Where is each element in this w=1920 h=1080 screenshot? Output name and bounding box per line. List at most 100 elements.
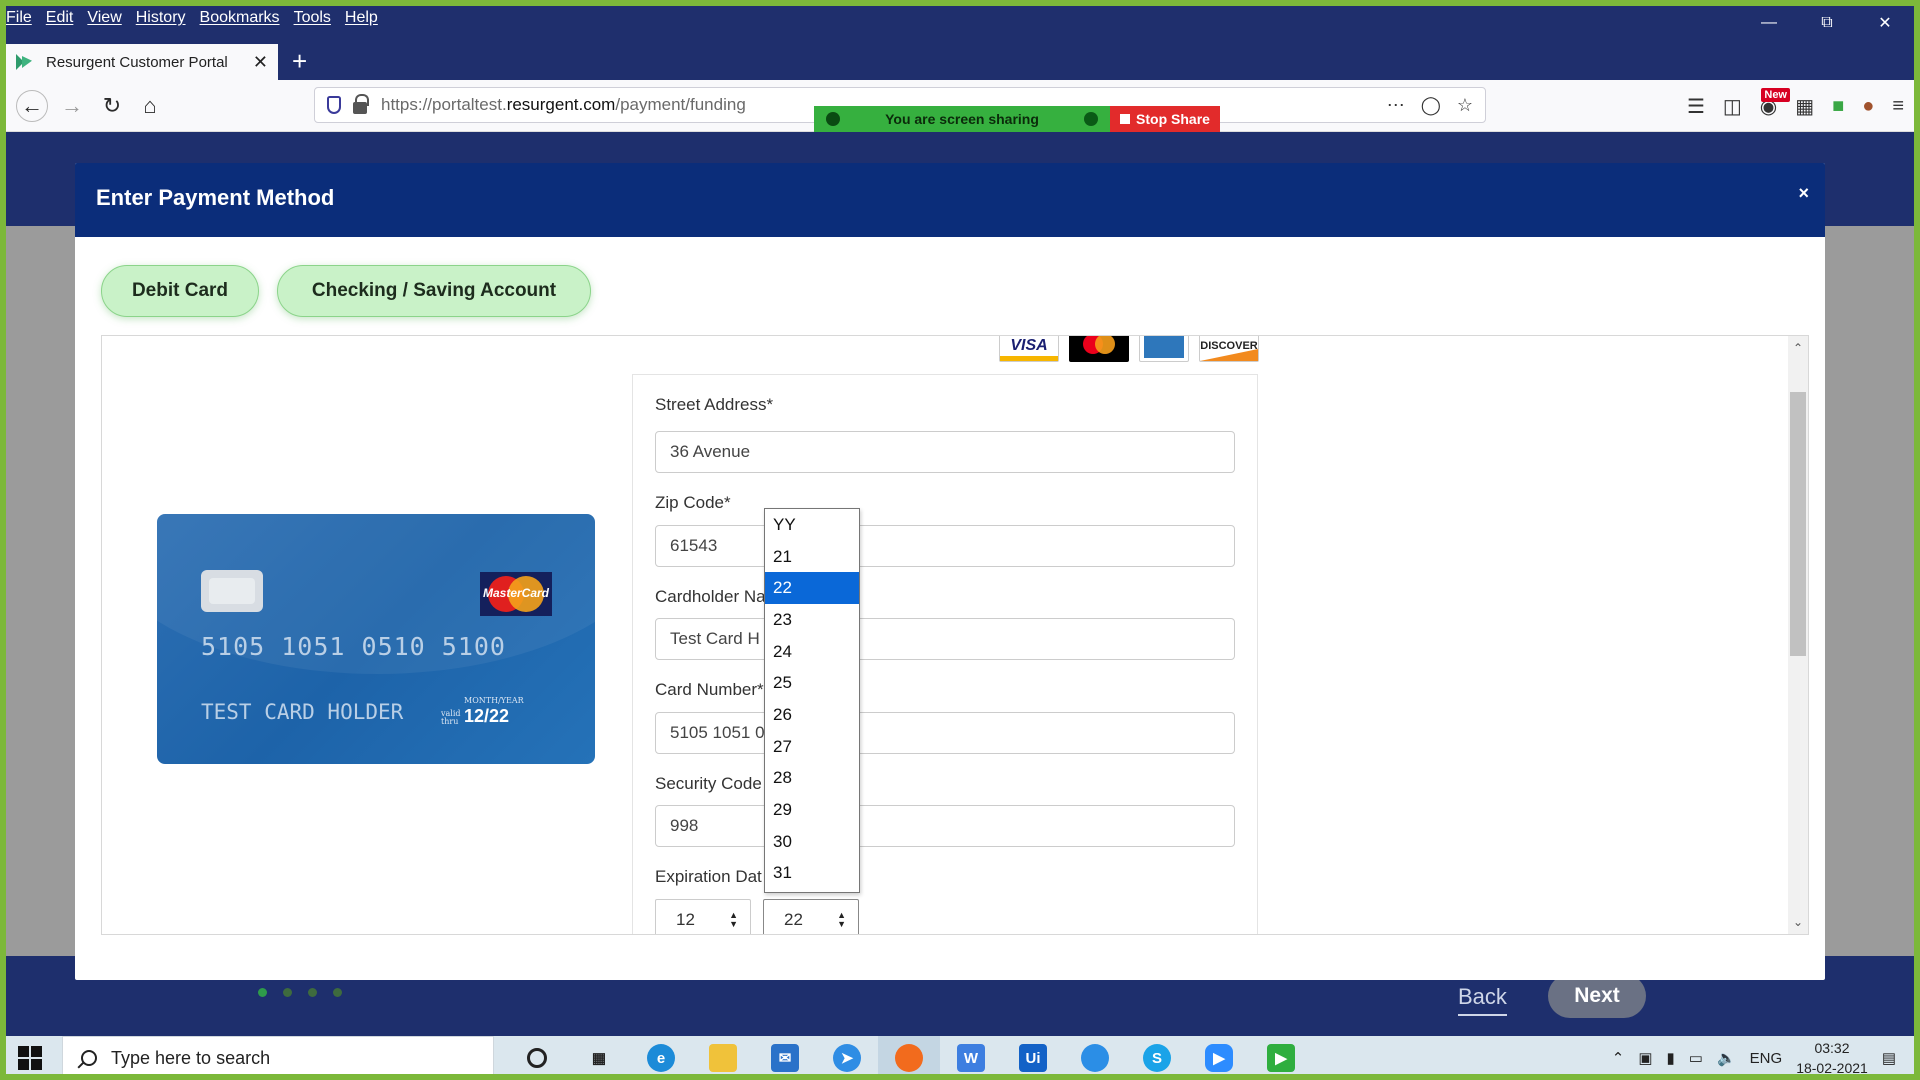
mail-icon[interactable]: ✉ — [754, 1036, 816, 1074]
menu-file[interactable]: File — [6, 9, 32, 27]
lock-icon[interactable] — [353, 94, 369, 114]
edge-icon[interactable]: e — [630, 1036, 692, 1074]
new-tab-icon[interactable]: + — [292, 46, 307, 77]
menu-bar: File Edit View History Bookmarks Tools H… — [6, 6, 1914, 40]
bookmark-star-icon[interactable]: ☆ — [1457, 95, 1473, 116]
visa-logo: VISA — [999, 336, 1059, 362]
windows-taskbar: Type here to search ▦ e ✉ ➤ W Ui S ▶ ▶ ⌃… — [6, 1036, 1914, 1074]
reload-icon[interactable]: ↻ — [96, 90, 128, 122]
menu-bookmarks[interactable]: Bookmarks — [200, 9, 280, 27]
taskbar-search[interactable]: Type here to search — [62, 1036, 494, 1074]
scroll-thumb[interactable] — [1790, 392, 1806, 656]
news-extension-icon[interactable]: ▦ — [1795, 94, 1814, 119]
back-arrow-icon[interactable]: ← — [16, 90, 48, 122]
expiration-year-select[interactable]: 22 ▲ ▼ — [763, 899, 859, 934]
card-preview-holder: TEST CARD HOLDER — [201, 700, 404, 724]
cookie-icon[interactable]: ● — [1862, 95, 1874, 118]
valid-thru-label: valid thru — [441, 709, 461, 726]
show-hidden-icons-icon[interactable]: ⌃ — [1612, 1049, 1625, 1067]
tab-strip: Resurgent Customer Portal ✕ + — [6, 40, 1914, 80]
year-option[interactable]: 24 — [765, 636, 859, 668]
browser-app-icon[interactable]: ➤ — [816, 1036, 878, 1074]
scroll-down-icon[interactable]: ⌄ — [1788, 912, 1808, 932]
discover-logo: DISCOVER — [1199, 336, 1259, 362]
tab-title: Resurgent Customer Portal — [46, 53, 228, 71]
year-option[interactable]: 27 — [765, 731, 859, 763]
new-badge: New — [1761, 88, 1790, 102]
year-option[interactable]: 26 — [765, 699, 859, 731]
card-number-input[interactable]: 5105 1051 0 — [655, 712, 1235, 754]
content-scrollbar[interactable]: ⌃ ⌄ — [1788, 336, 1808, 934]
firefox-icon[interactable] — [878, 1036, 940, 1074]
year-option[interactable]: 31 — [765, 858, 859, 890]
payment-form-scroll-area: VISA DISCOVER MasterCard 5105 1051 0510 … — [101, 335, 1809, 935]
tracking-shield-icon[interactable] — [327, 96, 341, 114]
notifications-icon[interactable]: ▤ — [1882, 1049, 1896, 1067]
uipath-icon[interactable]: Ui — [1002, 1036, 1064, 1074]
scroll-up-icon[interactable]: ⌃ — [1788, 338, 1808, 358]
battery-icon[interactable]: ▭ — [1689, 1049, 1703, 1067]
year-option[interactable]: 23 — [765, 604, 859, 636]
language-indicator[interactable]: ENG — [1750, 1050, 1783, 1067]
zoom-icon[interactable]: ▶ — [1188, 1036, 1250, 1074]
minimize-icon[interactable]: — — [1740, 6, 1798, 40]
restore-icon[interactable]: ⧉ — [1798, 6, 1856, 40]
system-tray: ⌃ ▣ ▮ ▭ 🔈 ENG 03:32 18-02-2021 ▤ — [1612, 1036, 1914, 1074]
home-icon[interactable]: ⌂ — [134, 90, 166, 122]
device-icon[interactable]: ▣ — [1638, 1049, 1652, 1067]
step-dot — [308, 988, 317, 997]
security-app-icon[interactable] — [1064, 1036, 1126, 1074]
close-icon[interactable]: × — [1798, 183, 1809, 204]
cardholder-input[interactable]: Test Card H — [655, 618, 1235, 660]
windows-start-icon[interactable] — [18, 1046, 42, 1070]
volume-icon[interactable]: 🔈 — [1717, 1049, 1736, 1067]
expiration-month-select[interactable]: 12 ▲ ▼ — [655, 899, 751, 934]
stop-share-button[interactable]: Stop Share — [1110, 106, 1220, 132]
cortana-icon[interactable] — [506, 1036, 568, 1074]
library-icon[interactable]: ☰ — [1687, 94, 1705, 119]
clock[interactable]: 03:32 18-02-2021 — [1796, 1038, 1868, 1074]
security-code-label: Security Code — [655, 774, 762, 793]
menu-edit[interactable]: Edit — [46, 9, 74, 27]
year-option-selected[interactable]: 22 — [765, 572, 859, 605]
card-preview: MasterCard 5105 1051 0510 5100 TEST CARD… — [157, 514, 595, 764]
year-option[interactable]: 25 — [765, 667, 859, 699]
pocket-icon[interactable]: ◯ — [1421, 95, 1441, 116]
microphone-icon[interactable]: ▮ — [1667, 1049, 1675, 1067]
menu-tools[interactable]: Tools — [294, 9, 331, 27]
year-dropdown-list: YY 21 22 23 24 25 26 27 28 29 30 31 — [764, 508, 860, 893]
menu-help[interactable]: Help — [345, 9, 378, 27]
year-option[interactable]: 28 — [765, 763, 859, 795]
sidebar-icon[interactable]: ◫ — [1723, 94, 1742, 119]
wps-writer-icon[interactable]: W — [940, 1036, 1002, 1074]
month-year-label: MONTH/YEAR — [464, 696, 524, 705]
skype-icon[interactable]: S — [1126, 1036, 1188, 1074]
year-option[interactable]: 29 — [765, 794, 859, 826]
zip-input[interactable]: 61543 — [655, 525, 1235, 567]
menu-hamburger-icon[interactable]: ≡ — [1892, 95, 1904, 118]
task-view-icon[interactable]: ▦ — [568, 1036, 630, 1074]
close-window-icon[interactable]: ✕ — [1856, 6, 1914, 40]
year-option[interactable]: YY — [765, 509, 859, 541]
forward-arrow-icon[interactable]: → — [56, 90, 88, 122]
browser-tab[interactable]: Resurgent Customer Portal ✕ — [6, 44, 278, 80]
tab-debit-card[interactable]: Debit Card — [101, 265, 259, 317]
mastercard-logo — [1069, 336, 1129, 362]
tab-checking-account[interactable]: Checking / Saving Account — [277, 265, 591, 317]
extension-icon[interactable]: ■ — [1832, 95, 1844, 118]
page-actions-icon[interactable]: ⋯ — [1387, 95, 1405, 116]
close-tab-icon[interactable]: ✕ — [253, 52, 268, 73]
menu-view[interactable]: View — [87, 9, 121, 27]
menu-history[interactable]: History — [136, 9, 186, 27]
screen-share-app-icon[interactable]: ▶ — [1250, 1036, 1312, 1074]
year-option[interactable]: 30 — [765, 826, 859, 858]
street-input[interactable]: 36 Avenue — [655, 431, 1235, 473]
security-code-input[interactable]: 998 — [655, 805, 1235, 847]
screen: File Edit View History Bookmarks Tools H… — [6, 6, 1914, 1074]
next-button[interactable]: Next — [1548, 974, 1646, 1018]
back-button[interactable]: Back — [1458, 984, 1507, 1016]
file-explorer-icon[interactable] — [692, 1036, 754, 1074]
year-option[interactable]: 21 — [765, 541, 859, 573]
chip-icon — [201, 570, 263, 612]
mastercard-brand-icon: MasterCard — [480, 572, 552, 616]
